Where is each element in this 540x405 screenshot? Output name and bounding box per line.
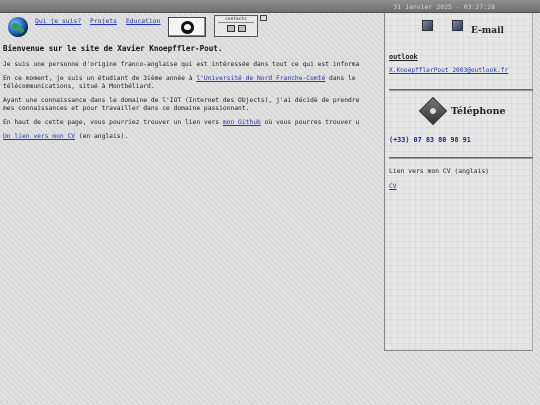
header: Qui je suis? Projets Education contacts [4, 15, 267, 39]
main-nav: Qui je suis? Projets Education [35, 17, 165, 25]
window-toggle-icon[interactable] [260, 15, 267, 21]
globe-logo-icon[interactable] [8, 17, 28, 37]
page-background-bottom [0, 351, 540, 405]
email-provider-label: outlook [389, 53, 418, 61]
nav-link-education[interactable]: Education [126, 17, 161, 25]
github-link[interactable]: mon Github [223, 119, 261, 126]
cv-description: Lien vers mon CV (anglais) [389, 167, 490, 175]
top-bar: 31 Janvier 2025 - 03:27:28 [0, 0, 540, 13]
studies-text: En ce moment, je suis un étudiant de 3iè… [3, 75, 197, 82]
email-title: E-mail [471, 26, 504, 36]
studies-text-line2: télécommunications, situé à Montbéliard. [3, 83, 155, 90]
iot-paragraph: Ayant une connaissance dans le domaine d… [3, 97, 383, 113]
phone-number: (+33) 07 83 80 98 91 [389, 136, 471, 144]
phone-section: (+33) 07 83 80 98 91 [389, 136, 531, 144]
email-section: outlook X.KnoepfflerPout_2003@outlook.fr [389, 53, 531, 74]
nav-link-about[interactable]: Qui je suis? [35, 17, 81, 25]
cv-link-main[interactable]: Un lien vers mon CV [3, 133, 75, 140]
contacts-label: contacts [218, 17, 254, 23]
divider [389, 157, 533, 159]
email-icon [422, 20, 433, 31]
main-content: Bienvenue sur le site de Xavier Knoepffl… [3, 44, 383, 147]
github-paragraph: En haut de cette page, vous pourriez tro… [3, 119, 383, 127]
github-text-after: où vous pourres trouver u [260, 119, 360, 126]
divider [389, 89, 533, 91]
date-time-display: 31 Janvier 2025 - 03:27:28 [393, 3, 495, 11]
github-text: En haut de cette page, vous pourriez tro… [3, 119, 223, 126]
github-icon [180, 20, 194, 34]
phone-title: Téléphone [451, 106, 506, 117]
phone-mini-icon [237, 25, 246, 32]
cv-text-after: (en anglais). [75, 133, 129, 140]
university-link[interactable]: l'Université de Nord Franche-Comté [196, 75, 325, 82]
github-button[interactable] [168, 17, 206, 37]
phone-icon [418, 96, 448, 126]
page-title: Bienvenue sur le site de Xavier Knoepffl… [3, 44, 223, 53]
email-mini-icon [226, 25, 235, 32]
email-address-link[interactable]: X.KnoepfflerPout_2003@outlook.fr [389, 67, 508, 74]
cv-link-sidebar[interactable]: CV [389, 183, 396, 190]
nav-link-projects[interactable]: Projets [90, 17, 117, 25]
iot-text-line2: mes connaissances et pour travailler dan… [3, 105, 250, 112]
phone-header: Téléphone [389, 96, 531, 126]
envelope-icon [452, 20, 463, 31]
contact-sidebar: E-mail outlook X.KnoepfflerPout_2003@out… [384, 13, 533, 351]
studies-paragraph: En ce moment, je suis un étudiant de 3iè… [3, 75, 383, 91]
cv-section: Lien vers mon CV (anglais) CV [389, 167, 531, 190]
contacts-button[interactable]: contacts [214, 15, 258, 37]
iot-text-line1: Ayant une connaissance dans le domaine d… [3, 97, 360, 104]
cv-paragraph: Un lien vers mon CV (en anglais). [3, 133, 383, 141]
email-header: E-mail [389, 18, 531, 40]
intro-paragraph: Je suis une personne d'origine franco-an… [3, 61, 360, 68]
studies-text-after: dans le [325, 75, 356, 82]
